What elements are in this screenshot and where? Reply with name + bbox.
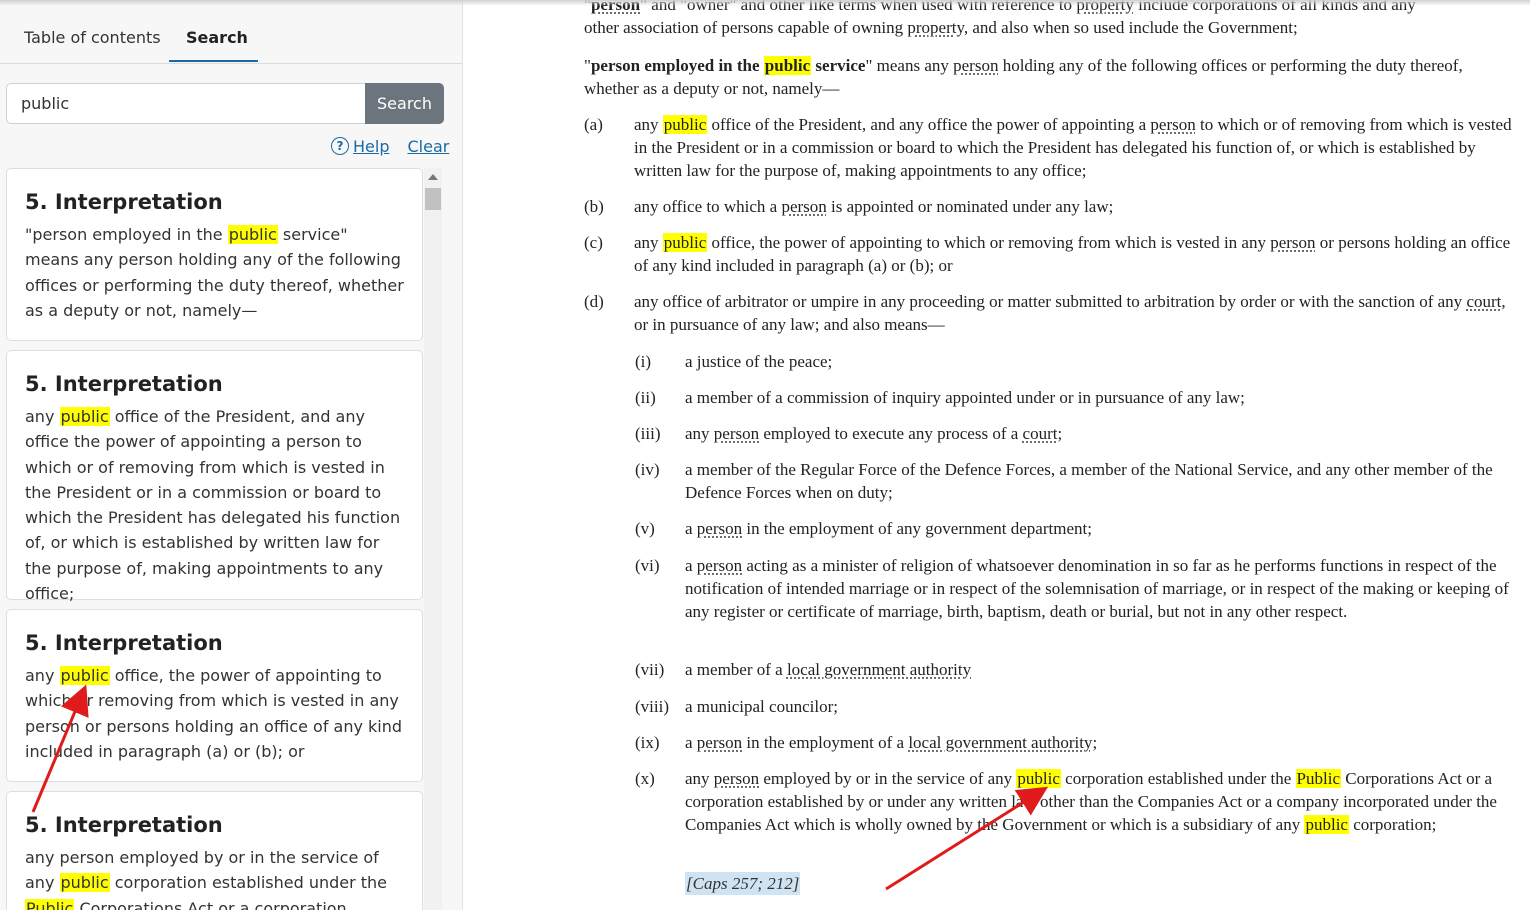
subparagraph-viii: (viii) a municipal councilor;: [635, 697, 838, 716]
search-result[interactable]: 5. Interpretation any person employed by…: [6, 791, 423, 910]
subparagraph-label: (i): [635, 352, 652, 371]
subparagraph-label: (vii): [635, 660, 665, 679]
result-title: 5. Interpretation: [25, 631, 223, 655]
subparagraph-x: (x) any person employed by or in the ser…: [635, 769, 1497, 834]
search-result[interactable]: 5. Interpretation any public office of t…: [6, 350, 423, 603]
defined-term-link[interactable]: person: [697, 556, 742, 575]
subparagraph-label: (vi): [635, 556, 660, 575]
subparagraph-label: (x): [635, 769, 655, 788]
defined-term-link[interactable]: property: [907, 18, 964, 37]
subparagraph-ii: (ii) a member of a commission of inquiry…: [635, 388, 1245, 407]
paragraph-a: (a) any public office of the President, …: [584, 115, 1512, 180]
result-title: 5. Interpretation: [25, 190, 223, 214]
help-link[interactable]: Help: [353, 137, 389, 156]
subparagraph-iv: (iv) a member of the Regular Force of th…: [635, 460, 1493, 502]
paragraph-label: (c): [584, 233, 603, 252]
sidebar-tabs: Table of contents Search: [0, 0, 462, 64]
defined-term-link[interactable]: person: [781, 197, 826, 216]
subparagraph-ix: (ix) a person in the employment of a loc…: [635, 733, 1098, 752]
defined-term-link[interactable]: person: [714, 424, 759, 443]
subparagraph-iii: (iii) any person employed to execute any…: [635, 424, 1063, 443]
defined-term-link[interactable]: person: [697, 519, 742, 538]
result-snippet: "person employed in the public service" …: [25, 225, 404, 320]
top-shadow: [0, 0, 1530, 6]
caps-reference: [Caps 257; 212]: [685, 872, 801, 895]
defined-term-link[interactable]: person: [1270, 233, 1315, 252]
sidebar: Table of contents Search Search ? Help C…: [0, 0, 463, 910]
subparagraph-vi: (vi) a person acting as a minister of re…: [635, 556, 1509, 621]
search-highlight: Public: [1295, 769, 1341, 788]
defined-term-link[interactable]: person: [953, 56, 998, 75]
defined-term-link[interactable]: person: [1150, 115, 1195, 134]
active-tab-indicator: [169, 60, 258, 62]
subparagraph-v: (v) a person in the employment of any go…: [635, 519, 1092, 538]
result-snippet: any person employed by or in the service…: [25, 845, 404, 910]
paragraph-label: (a): [584, 115, 603, 134]
defined-term-link[interactable]: court: [1023, 424, 1058, 443]
defined-term-link[interactable]: person: [714, 769, 759, 788]
result-title: 5. Interpretation: [25, 813, 223, 837]
search-highlight: public: [1304, 815, 1349, 834]
search-highlight: public: [59, 666, 110, 685]
subparagraph-label: (iii): [635, 424, 661, 443]
subparagraph-label: (viii): [635, 697, 669, 716]
clear-link[interactable]: Clear: [407, 137, 449, 156]
paragraph-b: (b) any office to which a person is appo…: [584, 197, 1114, 216]
paragraph-d: (d) any office of arbitrator or umpire i…: [584, 292, 1506, 334]
help-clear-row: ? Help Clear: [331, 136, 449, 156]
tab-search[interactable]: Search: [186, 28, 248, 47]
results-scrollbar[interactable]: [424, 168, 442, 910]
search-highlight: public: [662, 233, 708, 252]
defined-term-link[interactable]: local government authority: [787, 660, 971, 679]
document-view: "person" and "owner" and other like term…: [463, 0, 1530, 910]
search-result[interactable]: 5. Interpretation "person employed in th…: [6, 168, 423, 341]
paragraph-c: (c) any public office, the power of appo…: [584, 233, 1511, 275]
result-snippet: any public office, the power of appointi…: [25, 666, 403, 761]
result-title: 5. Interpretation: [25, 372, 223, 396]
search-highlight: public: [1016, 769, 1061, 788]
search-highlight: public: [59, 407, 110, 426]
search-highlight: public: [763, 56, 812, 75]
caps-citation[interactable]: [Caps 257; 212]: [685, 872, 801, 895]
scroll-up-arrow-icon[interactable]: [428, 174, 438, 180]
scroll-thumb[interactable]: [425, 188, 441, 210]
question-circle-icon[interactable]: ?: [331, 137, 349, 155]
search-highlight: public: [59, 873, 110, 893]
search-highlight: public: [227, 225, 278, 244]
defined-term-link[interactable]: court: [1466, 292, 1501, 311]
search-highlight: public: [662, 115, 708, 134]
search-results: 5. Interpretation "person employed in th…: [6, 168, 424, 910]
search-input[interactable]: [6, 83, 366, 124]
defined-term-link[interactable]: person: [697, 733, 742, 752]
paragraph-label: (d): [584, 292, 604, 311]
definition-paragraph: "person employed in the public service" …: [584, 56, 1463, 98]
subparagraph-label: (iv): [635, 460, 660, 479]
subparagraph-vii: (vii) a member of a local government aut…: [635, 660, 972, 679]
tab-table-of-contents[interactable]: Table of contents: [24, 28, 161, 47]
subparagraph-i: (i) a justice of the peace;: [635, 352, 833, 371]
paragraph-label: (b): [584, 197, 604, 216]
defined-term-link[interactable]: local government authority: [908, 733, 1092, 752]
result-snippet: any public office of the President, and …: [25, 407, 401, 604]
subparagraph-label: (v): [635, 519, 655, 538]
subparagraph-label: (ii): [635, 388, 656, 407]
search-result[interactable]: 5. Interpretation any public office, the…: [6, 609, 423, 782]
search-button[interactable]: Search: [365, 83, 444, 124]
subparagraph-label: (ix): [635, 733, 660, 752]
search-highlight: Public: [25, 898, 75, 910]
